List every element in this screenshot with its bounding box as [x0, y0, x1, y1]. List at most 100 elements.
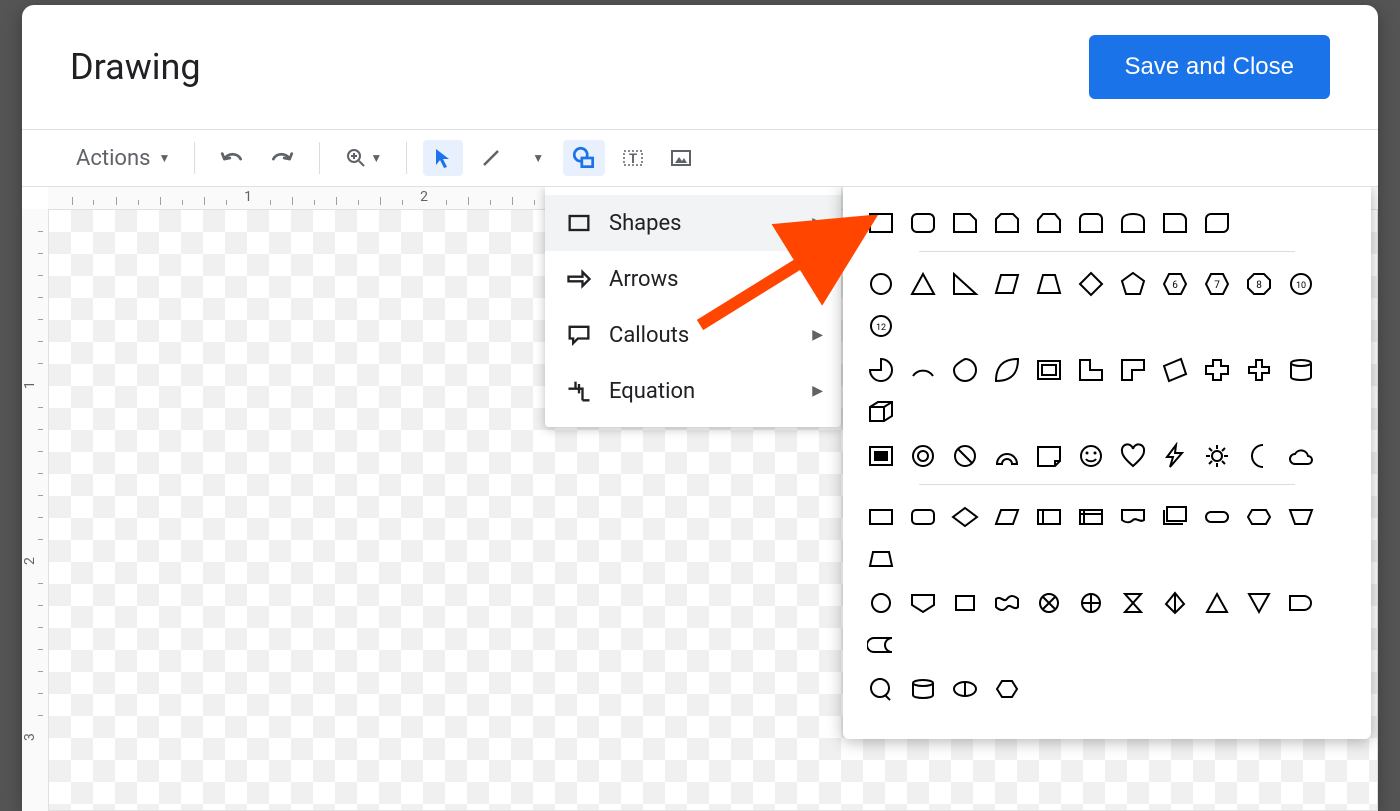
actions-menu-button[interactable]: Actions ▼	[62, 140, 178, 176]
shape-hex8[interactable]: 8	[1241, 266, 1277, 302]
shape-snip2[interactable]	[989, 205, 1025, 241]
shape-l-shape[interactable]	[1073, 352, 1109, 388]
shape-flow-manual[interactable]	[863, 541, 899, 577]
shapes-group-flow-row3	[863, 671, 1351, 707]
shape-flow-para[interactable]	[989, 499, 1025, 535]
zoom-button[interactable]: ▼	[336, 140, 390, 176]
shape-rtriangle[interactable]	[947, 266, 983, 302]
text-box-button[interactable]: T	[613, 140, 653, 176]
shape-round-top[interactable]	[1073, 205, 1109, 241]
shape-arc[interactable]	[905, 352, 941, 388]
hex10-icon: 10	[1287, 270, 1315, 298]
canvas-area: 1 2 1 2 3 Shapes ▶ Arrows ▶	[22, 187, 1378, 811]
menu-item-callouts[interactable]: Callouts ▶	[545, 307, 841, 363]
line-tool-button[interactable]	[471, 140, 511, 176]
shape-flow-rect[interactable]	[863, 499, 899, 535]
line-dropdown-button[interactable]: ▼	[519, 140, 555, 176]
shape-flow-wave[interactable]	[989, 585, 1025, 621]
save-and-close-button[interactable]: Save and Close	[1089, 35, 1330, 99]
shape-circle[interactable]	[863, 266, 899, 302]
shape-sun[interactable]	[1199, 438, 1235, 474]
shape-flow-hexflat[interactable]	[1241, 499, 1277, 535]
shape-flow-tridown[interactable]	[1241, 585, 1277, 621]
shape-snip1[interactable]	[947, 205, 983, 241]
shape-diamond[interactable]	[1073, 266, 1109, 302]
menu-item-arrows[interactable]: Arrows ▶	[545, 251, 841, 307]
shape-flow-callout-circle[interactable]	[863, 671, 899, 707]
shape-flow-merge[interactable]	[1157, 585, 1193, 621]
shape-triangle[interactable]	[905, 266, 941, 302]
shape-teardrop[interactable]	[947, 352, 983, 388]
shape-parallelogram[interactable]	[989, 266, 1025, 302]
flow-pill-icon	[1203, 503, 1231, 531]
shape-leaf[interactable]	[989, 352, 1025, 388]
redo-button[interactable]	[261, 140, 303, 176]
menu-item-equation[interactable]: Equation ▶	[545, 363, 841, 419]
shape-folded[interactable]	[1031, 438, 1067, 474]
shape-flow-hex[interactable]	[989, 671, 1025, 707]
shape-flow-round[interactable]	[905, 499, 941, 535]
shapes-flyout-panel: 678 10 12	[843, 187, 1371, 739]
shape-smiley[interactable]	[1073, 438, 1109, 474]
shape-round-rect[interactable]	[905, 205, 941, 241]
shape-flow-trapflat[interactable]	[1283, 499, 1319, 535]
image-button[interactable]	[661, 140, 701, 176]
shape-flow-lens[interactable]	[947, 671, 983, 707]
zoom-icon	[344, 146, 368, 170]
menu-item-shapes[interactable]: Shapes ▶	[545, 195, 841, 251]
shape-donut[interactable]	[905, 438, 941, 474]
shape-flow-delay[interactable]	[1283, 585, 1319, 621]
shape-hex10[interactable]: 10	[1283, 266, 1319, 302]
shape-flow-stored[interactable]	[863, 627, 899, 663]
dialog-title: Drawing	[70, 46, 201, 88]
shape-frame[interactable]	[1031, 352, 1067, 388]
leaf-icon	[993, 356, 1021, 384]
shape-cube[interactable]	[863, 394, 899, 430]
shape-flow-triup[interactable]	[1199, 585, 1235, 621]
select-tool-button[interactable]	[423, 140, 463, 176]
shape-hex6[interactable]: 6	[1157, 266, 1193, 302]
shape-flow-diamond[interactable]	[947, 499, 983, 535]
shape-pentagon[interactable]	[1115, 266, 1151, 302]
shape-flow-shield[interactable]	[905, 585, 941, 621]
shape-flow-sum[interactable]	[1031, 585, 1067, 621]
undo-button[interactable]	[211, 140, 253, 176]
shape-rect[interactable]	[863, 205, 899, 241]
shape-stripe[interactable]	[1157, 352, 1193, 388]
shape-flow-pill[interactable]	[1199, 499, 1235, 535]
shape-round-diag[interactable]	[1199, 205, 1235, 241]
shape-moon[interactable]	[1241, 438, 1277, 474]
shape-trapezoid[interactable]	[1031, 266, 1067, 302]
shape-round1[interactable]	[1157, 205, 1193, 241]
shape-flow-stack[interactable]	[1157, 499, 1193, 535]
shape-pie[interactable]	[863, 352, 899, 388]
shape-plus[interactable]	[1241, 352, 1277, 388]
shape-hex12[interactable]: 12	[863, 308, 899, 344]
shape-block-arc[interactable]	[989, 438, 1025, 474]
submenu-arrow-icon: ▶	[812, 383, 823, 399]
shape-tool-button[interactable]	[563, 140, 605, 176]
flow-wave-icon	[993, 589, 1021, 617]
shape-cross[interactable]	[1199, 352, 1235, 388]
shape-flow-docs[interactable]	[1031, 499, 1067, 535]
donut-icon	[909, 442, 937, 470]
shape-bevel-frame[interactable]	[863, 438, 899, 474]
shape-flow-box[interactable]	[947, 585, 983, 621]
shape-flow-or[interactable]	[1073, 585, 1109, 621]
shape-heart[interactable]	[1115, 438, 1151, 474]
shape-half-round[interactable]	[1115, 205, 1151, 241]
shape-no-symbol[interactable]	[947, 438, 983, 474]
shape-cylinder[interactable]	[1283, 352, 1319, 388]
shape-corner[interactable]	[1115, 352, 1151, 388]
shape-flow-multidoc[interactable]	[1073, 499, 1109, 535]
smiley-icon	[1077, 442, 1105, 470]
shape-cloud[interactable]	[1283, 438, 1319, 474]
shape-snip-top[interactable]	[1031, 205, 1067, 241]
sun-icon	[1203, 442, 1231, 470]
shape-hex7[interactable]: 7	[1199, 266, 1235, 302]
shape-flow-drum[interactable]	[905, 671, 941, 707]
shape-lightning[interactable]	[1157, 438, 1193, 474]
shape-flow-circle[interactable]	[863, 585, 899, 621]
shape-flow-hourglass[interactable]	[1115, 585, 1151, 621]
shape-flow-display[interactable]	[1115, 499, 1151, 535]
